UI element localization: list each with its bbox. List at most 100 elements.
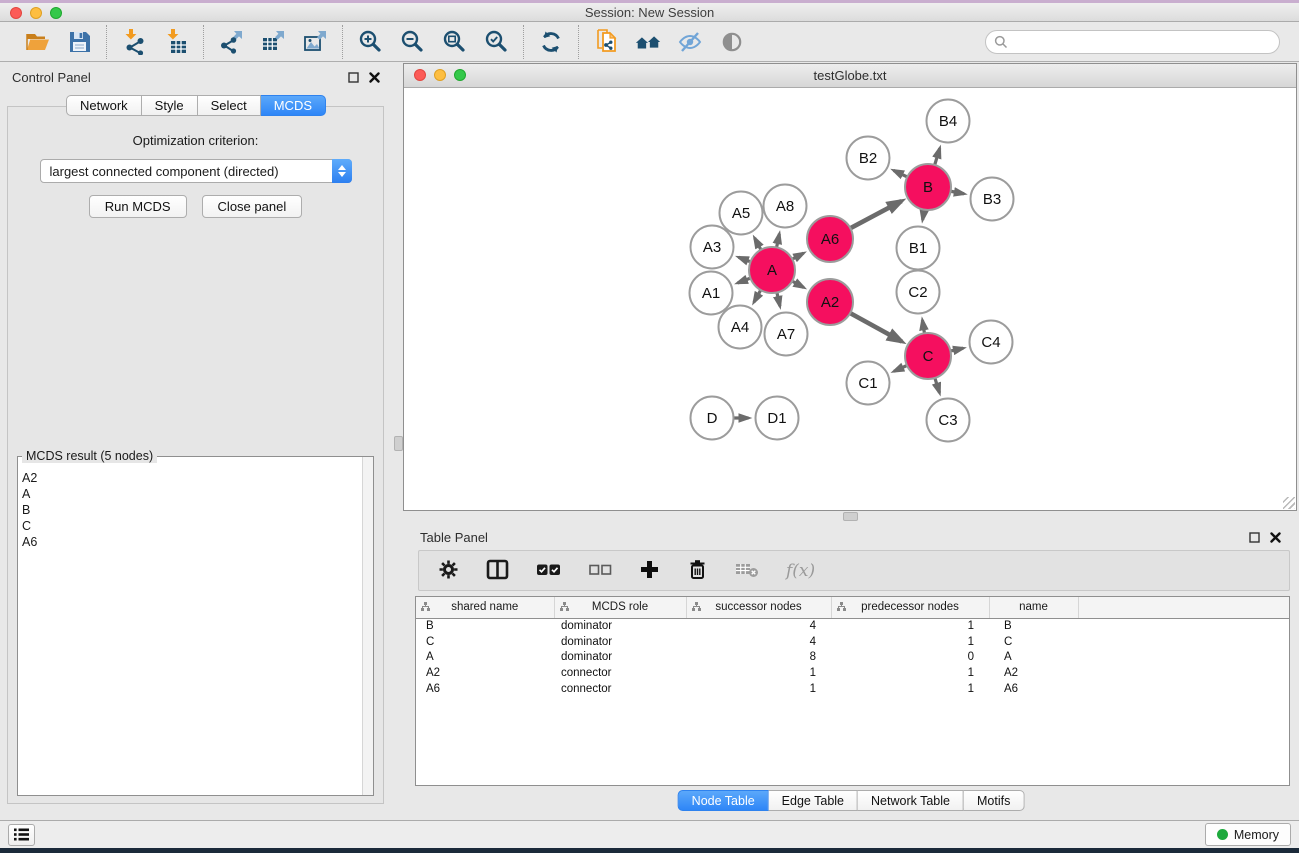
column-header-name[interactable]: name [989, 597, 1078, 618]
table-row[interactable]: A6connector11A6 [416, 681, 1289, 697]
table-cell[interactable]: 1 [686, 665, 831, 681]
refresh-icon[interactable] [537, 28, 565, 56]
tab-select[interactable]: Select [198, 95, 261, 116]
window-resize-grip[interactable] [1283, 497, 1295, 509]
open-session-icon[interactable] [23, 28, 51, 56]
tab-network[interactable]: Network [66, 95, 142, 116]
graph-node-label-C4: C4 [981, 334, 1000, 351]
table-cell[interactable]: 4 [686, 618, 831, 634]
tab-network-table[interactable]: Network Table [858, 790, 964, 811]
table-panel: Table Panel [403, 522, 1299, 820]
criterion-select[interactable]: largest connected component (directed) [40, 159, 352, 183]
column-header-successor-nodes[interactable]: successor nodes [686, 597, 831, 618]
save-session-icon[interactable] [65, 28, 93, 56]
table-cell[interactable]: C [989, 634, 1078, 650]
result-item[interactable]: A [22, 486, 362, 502]
table-row[interactable]: A2connector11A2 [416, 665, 1289, 681]
table-cell[interactable]: 8 [686, 649, 831, 665]
import-network-icon[interactable] [120, 28, 148, 56]
table-cell[interactable]: 1 [831, 665, 989, 681]
graph-edge-A6-B[interactable] [849, 201, 902, 229]
search-input[interactable] [1013, 35, 1271, 49]
graph-edge-A2-C[interactable] [848, 312, 901, 341]
table-cell[interactable]: C [416, 634, 554, 650]
horizontal-splitter-grip[interactable] [843, 512, 858, 521]
select-all-columns-icon[interactable] [536, 559, 561, 583]
result-scrollbar[interactable] [362, 457, 373, 795]
table-cell-filler [1078, 681, 1289, 697]
export-image-icon[interactable] [301, 28, 329, 56]
result-item[interactable]: A2 [22, 470, 362, 486]
shared-column-icon [837, 602, 846, 614]
column-settings-gear-icon[interactable] [438, 559, 459, 583]
table-cell[interactable]: dominator [554, 634, 686, 650]
table-cell[interactable]: B [989, 618, 1078, 634]
network-canvas[interactable]: B4B2BB3A8A5A6A3B1AC2A1A2A4A7C4CC1DD1C3 [404, 89, 1296, 510]
table-row[interactable]: Adominator80A [416, 649, 1289, 665]
table-cell[interactable]: 4 [686, 634, 831, 650]
table-cell[interactable]: 1 [686, 681, 831, 697]
memory-button[interactable]: Memory [1205, 823, 1291, 846]
tab-motifs[interactable]: Motifs [964, 790, 1024, 811]
search-field[interactable] [985, 30, 1280, 54]
table-cell[interactable]: A2 [989, 665, 1078, 681]
task-history-button[interactable] [8, 824, 35, 846]
table-cell[interactable]: 1 [831, 681, 989, 697]
tab-edge-table[interactable]: Edge Table [769, 790, 858, 811]
table-row[interactable]: Bdominator41B [416, 618, 1289, 634]
network-window-title: testGlobe.txt [404, 68, 1296, 83]
delete-columns-icon[interactable] [687, 558, 708, 583]
vertical-splitter-grip[interactable] [394, 436, 403, 451]
close-table-panel-icon[interactable] [1270, 532, 1281, 543]
table-cell[interactable]: dominator [554, 618, 686, 634]
table-cell[interactable]: 1 [831, 634, 989, 650]
float-table-panel-icon[interactable] [1249, 532, 1260, 543]
result-item[interactable]: A6 [22, 534, 362, 550]
table-cell[interactable]: A2 [416, 665, 554, 681]
graph-node-label-A8: A8 [776, 198, 794, 215]
result-item[interactable]: B [22, 502, 362, 518]
result-item[interactable]: C [22, 518, 362, 534]
control-panel-title: Control Panel [12, 70, 91, 85]
import-table-icon[interactable] [162, 28, 190, 56]
zoom-selected-icon[interactable] [482, 28, 510, 56]
column-header-predecessor-nodes[interactable]: predecessor nodes [831, 597, 989, 618]
table-cell[interactable]: A6 [989, 681, 1078, 697]
graph-node-label-C: C [923, 348, 934, 365]
table-cell[interactable]: A [416, 649, 554, 665]
unselect-all-columns-icon[interactable] [588, 559, 612, 583]
zoom-fit-icon[interactable] [440, 28, 468, 56]
add-column-icon[interactable] [639, 559, 660, 583]
tab-mcds[interactable]: MCDS [261, 95, 326, 116]
tab-node-table[interactable]: Node Table [678, 790, 769, 811]
table-cell[interactable]: A [989, 649, 1078, 665]
first-neighbors-icon[interactable] [634, 28, 662, 56]
table-cell[interactable]: B [416, 618, 554, 634]
table-row[interactable]: Cdominator41C [416, 634, 1289, 650]
network-from-selection-icon[interactable] [592, 28, 620, 56]
graph-node-label-B4: B4 [939, 113, 957, 130]
table-cell[interactable]: dominator [554, 649, 686, 665]
tab-style[interactable]: Style [142, 95, 198, 116]
table-cell[interactable]: connector [554, 665, 686, 681]
show-all-icon[interactable] [718, 28, 746, 56]
float-panel-icon[interactable] [348, 72, 359, 83]
graph-node-label-A6: A6 [821, 231, 839, 248]
show-columns-icon[interactable] [486, 559, 509, 583]
close-panel-icon[interactable] [369, 72, 380, 83]
table-cell[interactable]: 0 [831, 649, 989, 665]
export-network-icon[interactable] [217, 28, 245, 56]
column-header-MCDS-role[interactable]: MCDS role [554, 597, 686, 618]
zoom-in-icon[interactable] [356, 28, 384, 56]
zoom-out-icon[interactable] [398, 28, 426, 56]
column-header-shared-name[interactable]: shared name [416, 597, 554, 618]
desktop-edge [0, 848, 1299, 853]
run-mcds-button[interactable]: Run MCDS [89, 195, 187, 218]
hide-selected-icon[interactable] [676, 28, 704, 56]
table-cell[interactable]: 1 [831, 618, 989, 634]
export-table-icon[interactable] [259, 28, 287, 56]
table-cell[interactable]: connector [554, 681, 686, 697]
close-panel-button[interactable]: Close panel [202, 195, 303, 218]
table-cell[interactable]: A6 [416, 681, 554, 697]
graph-node-label-D: D [707, 410, 718, 427]
